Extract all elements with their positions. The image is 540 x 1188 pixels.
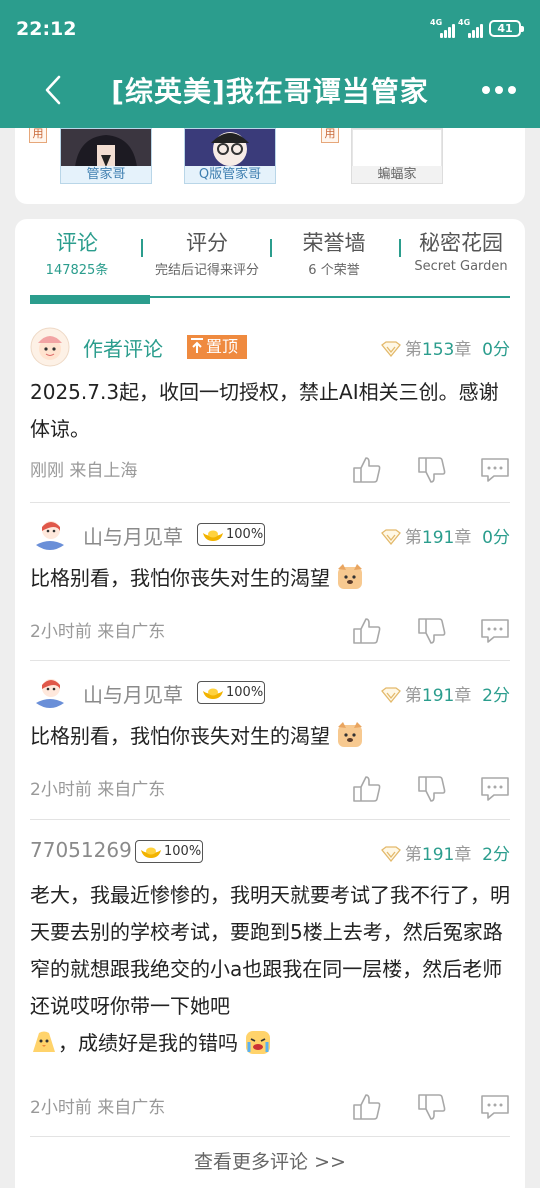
character-card[interactable]: 管家哥 — [60, 128, 152, 184]
tab-comments[interactable]: 评论 147825条 — [37, 229, 117, 278]
tab-rating[interactable]: 评分 完结后记得来评分 — [145, 229, 269, 278]
more-dots-icon[interactable] — [482, 86, 518, 96]
pin-icon — [190, 337, 206, 361]
comment-body: 比格别看，我怕你丧失对生的渴望 — [30, 718, 510, 755]
tab-indicator — [30, 295, 150, 304]
tab-honor-wall[interactable]: 荣誉墙 6 个荣誉 — [287, 229, 381, 278]
comment-item: 77051269 100% 第191章 2分 老大，我最近惨惨的，我明天就要考试… — [30, 820, 510, 1137]
comment-meta: 刚刚 来自上海 — [30, 461, 138, 481]
reply-icon[interactable] — [480, 456, 510, 484]
like-icon[interactable] — [352, 456, 382, 484]
comment-text: 2025.7.3起，收回一切授权，禁止AI相关三创。感谢体谅。 — [30, 380, 499, 441]
reply-icon[interactable] — [480, 617, 510, 645]
gold-ingot-icon — [202, 686, 224, 699]
avatar[interactable] — [30, 327, 70, 367]
like-icon[interactable] — [352, 775, 382, 803]
reply-icon[interactable] — [480, 775, 510, 803]
tab-secret-garden[interactable]: 秘密花园 Secret Garden — [411, 229, 511, 274]
dog-emoji-icon — [336, 721, 364, 749]
character-card[interactable]: Q版管家哥 — [184, 128, 276, 184]
tab-separator — [399, 239, 401, 257]
character-name: Q版管家哥 — [185, 166, 275, 183]
character-name: 蝙蝠家 — [352, 166, 442, 183]
gold-ingot-icon — [140, 845, 162, 858]
dog-emoji-icon — [336, 563, 364, 591]
commenter-name[interactable]: 作者评论 — [83, 333, 163, 362]
comment-item: 山与月见草 100% 第191章 2分 比格别看，我怕你丧失对生的渴望 2小时前… — [30, 661, 510, 820]
coin-badge: 100% — [197, 523, 265, 546]
chapter-score: 第191章 2分 — [380, 681, 510, 706]
chapter-score: 第153章 0分 — [380, 335, 510, 360]
pinned-badge: 置顶 — [187, 335, 247, 359]
character-image — [352, 129, 442, 167]
comments-panel: 评论 147825条 评分 完结后记得来评分 荣誉墙 6 个荣誉 秘密花园 Se… — [15, 219, 525, 1188]
comment-meta: 2小时前 来自广东 — [30, 780, 166, 800]
more-comments-link[interactable]: 查看更多评论 >> — [30, 1147, 510, 1174]
comment-body: 比格别看，我怕你丧失对生的渴望 — [30, 560, 510, 597]
dislike-icon[interactable] — [417, 1093, 447, 1121]
reply-icon[interactable] — [480, 1093, 510, 1121]
vip-diamond-icon — [380, 687, 401, 704]
avatar[interactable] — [30, 673, 70, 713]
character-image — [185, 129, 275, 167]
battery-icon: 41 — [489, 20, 524, 37]
status-time: 22:12 — [16, 18, 77, 40]
comment-meta: 2小时前 来自广东 — [30, 622, 166, 642]
status-bar: 22:12 4G 4G 41 — [0, 0, 540, 58]
comment-text: 比格别看，我怕你丧失对生的渴望 — [30, 566, 330, 590]
commenter-name[interactable]: 山与月见草 — [83, 679, 183, 708]
coin-badge: 100% — [197, 681, 265, 704]
dislike-icon[interactable] — [417, 775, 447, 803]
chapter-score: 第191章 2分 — [380, 840, 510, 865]
crying-emoji-icon — [244, 1028, 272, 1056]
tab-separator — [270, 239, 272, 257]
character-name: 管家哥 — [61, 166, 151, 183]
dislike-icon[interactable] — [417, 456, 447, 484]
page-title: [综英美]我在哥谭当管家 — [111, 75, 429, 108]
comment-body: 老大，我最近惨惨的，我明天就要考试了我不行了，明天要去别的学校考试，要跑到5楼上… — [30, 877, 510, 1062]
character-image — [61, 129, 151, 167]
comment-item: 作者评论 置顶 第153章 0分 2025.7.3起，收回一切授权，禁止AI相关… — [30, 315, 510, 503]
chick-emoji-icon — [30, 1028, 58, 1056]
vip-diamond-icon — [380, 529, 401, 546]
comment-text: 老大，我最近惨惨的，我明天就要考试了我不行了，明天要去别的学校考试，要跑到5楼上… — [30, 883, 510, 1018]
coin-badge: 100% — [135, 840, 203, 863]
back-arrow-icon[interactable] — [40, 73, 68, 107]
character-card[interactable]: 蝙蝠家 — [351, 128, 443, 184]
tab-separator — [141, 239, 143, 257]
chapter-score: 第191章 0分 — [380, 523, 510, 548]
comment-item: 山与月见草 100% 第191章 0分 比格别看，我怕你丧失对生的渴望 2小时前… — [30, 503, 510, 661]
dislike-icon[interactable] — [417, 617, 447, 645]
like-icon[interactable] — [352, 617, 382, 645]
comment-text-2: ，成绩好是我的错吗 — [58, 1031, 238, 1055]
signal-1-icon: 4G — [430, 18, 460, 38]
commenter-name[interactable]: 山与月见草 — [83, 521, 183, 550]
gold-ingot-icon — [202, 528, 224, 541]
comment-meta: 2小时前 来自广东 — [30, 1098, 166, 1118]
commenter-name[interactable]: 77051269 — [30, 838, 132, 862]
top-bar: 22:12 4G 4G 41 [综英美]我在哥谭当管家 — [0, 0, 540, 128]
vip-diamond-icon — [380, 846, 401, 863]
avatar[interactable] — [30, 515, 70, 555]
comment-text: 比格别看，我怕你丧失对生的渴望 — [30, 724, 330, 748]
like-icon[interactable] — [352, 1093, 382, 1121]
vip-diamond-icon — [380, 341, 401, 358]
signal-2-icon: 4G — [458, 18, 488, 38]
